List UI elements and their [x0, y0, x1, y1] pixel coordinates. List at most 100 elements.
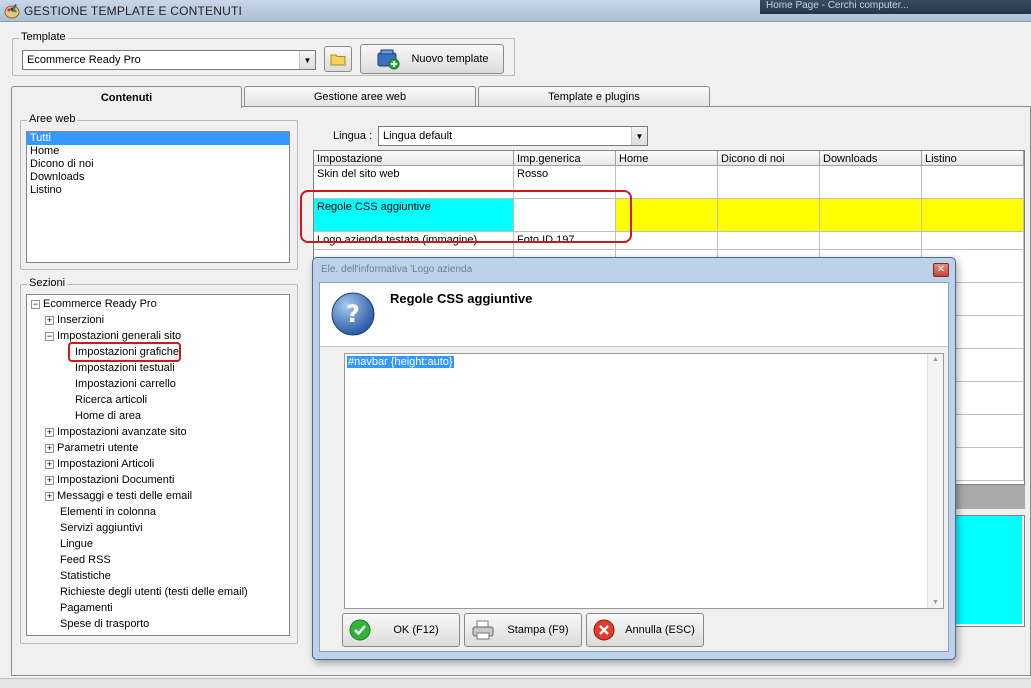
- expand-icon[interactable]: +: [45, 475, 54, 485]
- cancel-x-icon: [593, 619, 615, 641]
- tree-item[interactable]: + Impostazioni Documenti: [45, 472, 174, 488]
- tree-item[interactable]: Home di area: [75, 408, 141, 424]
- list-item[interactable]: Home: [27, 145, 289, 158]
- grid-cell[interactable]: [922, 199, 1024, 232]
- printer-icon: [472, 620, 494, 640]
- grid-header-cell: Imp.generica: [514, 151, 616, 166]
- grid-header-cell: Impostazione: [314, 151, 514, 166]
- list-item[interactable]: Tutti: [27, 132, 289, 145]
- tree-item-label: Impostazioni generali sito: [57, 330, 182, 342]
- lingua-select[interactable]: Lingua default ▼: [378, 126, 648, 146]
- aree-web-legend: Aree web: [27, 113, 78, 125]
- tree-item[interactable]: Pagamenti: [45, 600, 113, 616]
- dialog-header: ? Regole CSS aggiuntive: [320, 283, 948, 347]
- tree-item-label: Spese di trasporto: [60, 618, 150, 630]
- tree-item[interactable]: Impostazioni testuali: [75, 360, 175, 376]
- tree-item-label: Inserzioni: [57, 314, 105, 326]
- grid-cell[interactable]: [922, 232, 1024, 250]
- list-item[interactable]: Downloads: [27, 171, 289, 184]
- scroll-up-icon[interactable]: ▲: [932, 356, 939, 363]
- grid-header-cell: Listino: [922, 151, 1024, 166]
- tree-item[interactable]: Statistiche: [45, 568, 111, 584]
- css-textarea-content: #navbar {height:auto}: [347, 356, 454, 368]
- tree-item[interactable]: Ricerca articoli: [75, 392, 147, 408]
- chevron-down-icon[interactable]: ▼: [631, 127, 647, 145]
- expand-icon[interactable]: +: [45, 443, 54, 453]
- tree-item-label: Impostazioni testuali: [75, 362, 175, 374]
- print-button-label: Stampa (F9): [507, 624, 569, 636]
- lingua-label: Lingua :: [333, 130, 373, 142]
- expand-icon[interactable]: +: [45, 491, 54, 501]
- ok-button-label: OK (F12): [393, 624, 439, 636]
- app-palette-icon: [4, 4, 20, 19]
- tree-item[interactable]: Lingue: [45, 536, 93, 552]
- tree-item-label: Impostazioni Articoli: [57, 458, 155, 470]
- new-template-button[interactable]: Nuovo template: [360, 44, 504, 74]
- tree-item-label: Home di area: [75, 410, 142, 422]
- textarea-scrollbar[interactable]: ▲ ▼: [927, 354, 943, 608]
- tree-item[interactable]: Servizi aggiuntivi: [45, 520, 143, 536]
- open-folder-button[interactable]: [324, 46, 352, 72]
- scroll-down-icon[interactable]: ▼: [932, 599, 939, 606]
- expand-icon[interactable]: +: [45, 315, 54, 325]
- tree-item[interactable]: + Inserzioni: [45, 312, 104, 328]
- grid-header-cell: Home: [616, 151, 718, 166]
- list-item[interactable]: Dicono di noi: [27, 158, 289, 171]
- grid-header-cell: Downloads: [820, 151, 922, 166]
- tree-item[interactable]: + Messaggi e testi delle email: [45, 488, 192, 504]
- tree-item-label: Ricerca articoli: [75, 394, 148, 406]
- grid-cell[interactable]: [718, 199, 820, 232]
- collapse-icon[interactable]: −: [45, 331, 54, 341]
- expand-icon[interactable]: +: [45, 459, 54, 469]
- close-icon[interactable]: ✕: [933, 263, 949, 277]
- tab-contenuti[interactable]: Contenuti: [11, 86, 242, 108]
- tab-template-e-plugins-label: Template e plugins: [548, 90, 640, 103]
- css-textarea[interactable]: #navbar {height:auto} ▲ ▼: [344, 353, 944, 609]
- tab-template-e-plugins[interactable]: Template e plugins: [478, 86, 710, 106]
- aree-web-list[interactable]: Tutti Home Dicono di noi Downloads Listi…: [26, 131, 290, 263]
- grid-header-cell: Dicono di noi: [718, 151, 820, 166]
- tree-item-label: Servizi aggiuntivi: [60, 522, 143, 534]
- new-template-icon: [377, 49, 400, 70]
- tab-gestione-aree-web[interactable]: Gestione aree web: [244, 86, 476, 106]
- window-title: GESTIONE TEMPLATE E CONTENUTI: [24, 4, 243, 18]
- tree-item-label: Elementi in colonna: [60, 506, 157, 518]
- template-legend: Template: [19, 31, 68, 43]
- chevron-down-icon[interactable]: ▼: [299, 51, 315, 69]
- tree-root[interactable]: − Ecommerce Ready Pro: [31, 296, 157, 312]
- grid-cell[interactable]: [820, 199, 922, 232]
- folder-icon: [330, 54, 346, 66]
- tree-item-label: Parametri utente: [57, 442, 139, 454]
- expand-icon[interactable]: +: [45, 427, 54, 437]
- tab-contenuti-label: Contenuti: [100, 91, 153, 104]
- grid-cell[interactable]: [820, 232, 922, 250]
- tree-item[interactable]: Richieste degli utenti (testi delle emai…: [45, 584, 248, 600]
- grid-cell[interactable]: [820, 166, 922, 199]
- tab-gestione-aree-web-label: Gestione aree web: [313, 90, 407, 103]
- template-select-value: Ecommerce Ready Pro: [27, 54, 141, 66]
- tree-item[interactable]: Feed RSS: [45, 552, 111, 568]
- print-button[interactable]: Stampa (F9): [464, 613, 582, 647]
- ok-button[interactable]: OK (F12): [342, 613, 460, 647]
- title-bar: GESTIONE TEMPLATE E CONTENUTI Home Page …: [0, 0, 1031, 22]
- lingua-select-value: Lingua default: [383, 130, 453, 142]
- grid-cell[interactable]: [922, 166, 1024, 199]
- list-item[interactable]: Listino: [27, 184, 289, 197]
- template-select[interactable]: Ecommerce Ready Pro ▼: [22, 50, 316, 70]
- tree-item-label: Lingue: [60, 538, 94, 550]
- tree-item[interactable]: Elementi in colonna: [45, 504, 156, 520]
- tree-item-label: Impostazioni avanzate sito: [57, 426, 187, 438]
- cancel-button-label: Annulla (ESC): [625, 624, 695, 636]
- grid-cell[interactable]: [718, 232, 820, 250]
- tree-item[interactable]: + Impostazioni Articoli: [45, 456, 154, 472]
- grid-cell[interactable]: [718, 166, 820, 199]
- check-icon: [349, 619, 371, 641]
- tree-item[interactable]: Impostazioni carrello: [75, 376, 176, 392]
- tree-item[interactable]: + Impostazioni avanzate sito: [45, 424, 187, 440]
- tree-item[interactable]: Spese di trasporto: [45, 616, 149, 632]
- collapse-icon[interactable]: −: [31, 299, 40, 309]
- svg-text:?: ?: [346, 300, 360, 328]
- tree-item[interactable]: + Parametri utente: [45, 440, 138, 456]
- tree-item-label: Richieste degli utenti (testi delle emai…: [60, 586, 248, 598]
- cancel-button[interactable]: Annulla (ESC): [586, 613, 704, 647]
